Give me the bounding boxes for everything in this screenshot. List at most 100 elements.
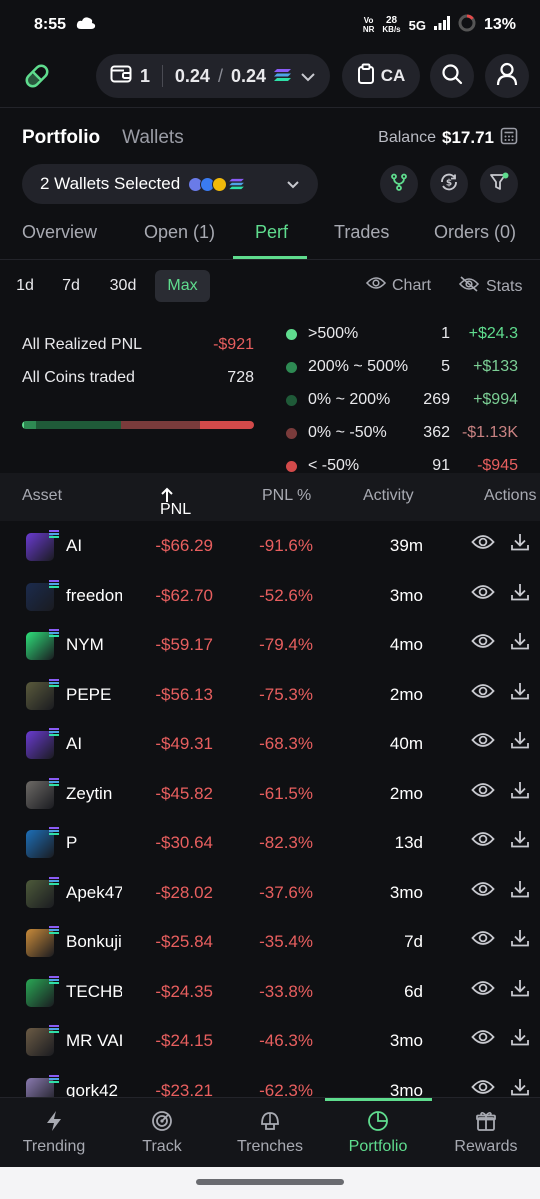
token-avatar xyxy=(26,629,59,660)
download-icon[interactable] xyxy=(510,631,530,656)
refresh-coin-icon: $ xyxy=(439,172,459,197)
portfolio-header: Portfolio Wallets Balance $17.71 xyxy=(22,124,518,152)
sol-balance: 0.24 xyxy=(174,65,210,86)
merge-button[interactable] xyxy=(380,165,418,203)
download-icon[interactable] xyxy=(510,928,530,953)
search-button[interactable] xyxy=(430,54,474,98)
header-pnl-sorted[interactable]: PNL xyxy=(160,487,191,518)
eye-icon[interactable] xyxy=(471,1028,495,1051)
bucket-color-dot xyxy=(286,361,297,373)
table-row[interactable]: Zeytin -$45.82 -61.5% 2mo xyxy=(0,769,540,818)
header-asset[interactable]: Asset xyxy=(22,487,62,505)
stats-toggle[interactable]: Stats xyxy=(458,276,522,297)
period-max[interactable]: Max xyxy=(155,270,210,302)
period-7d[interactable]: 7d xyxy=(54,270,88,302)
profile-button[interactable] xyxy=(485,54,529,98)
tab-perf[interactable]: Perf xyxy=(255,222,288,243)
filter-button[interactable] xyxy=(480,165,518,203)
eye-icon[interactable] xyxy=(471,533,495,556)
tab-overview[interactable]: Overview xyxy=(22,222,97,243)
download-icon[interactable] xyxy=(510,532,530,557)
eye-icon[interactable] xyxy=(471,731,495,754)
token-avatar xyxy=(26,827,59,858)
table-row[interactable]: TECHBRO -$24.35 -33.8% 6d xyxy=(0,967,540,1016)
table-row[interactable]: PEPE -$56.13 -75.3% 2mo xyxy=(0,670,540,719)
period-30d[interactable]: 30d xyxy=(102,270,144,302)
tab-wallets[interactable]: Wallets xyxy=(122,127,184,149)
table-header: Asset PNL PNL % Activity Actions xyxy=(0,473,540,521)
header-activity[interactable]: Activity xyxy=(363,487,414,505)
eye-icon[interactable] xyxy=(471,682,495,705)
token-name: freedom xyxy=(66,585,122,605)
tab-trades[interactable]: Trades xyxy=(334,222,389,243)
token-avatar xyxy=(26,728,59,759)
eye-icon[interactable] xyxy=(471,632,495,655)
download-icon[interactable] xyxy=(510,879,530,904)
table-row[interactable]: AI -$49.31 -68.3% 40m xyxy=(0,719,540,768)
period-selector: 1d 7d 30d Max Chart Stats xyxy=(0,270,540,304)
home-indicator[interactable] xyxy=(196,1179,344,1185)
token-avatar xyxy=(26,975,59,1007)
realized-pnl-row: All Realized PNL -$921 xyxy=(22,336,254,354)
token-avatar xyxy=(26,876,59,908)
token-pnl: -$24.15 xyxy=(155,1031,213,1050)
eye-icon[interactable] xyxy=(471,979,495,1002)
solana-icon xyxy=(49,530,59,539)
download-icon[interactable] xyxy=(510,730,530,755)
ca-label: CA xyxy=(380,66,406,85)
table-row[interactable]: AI -$66.29 -91.6% 39m xyxy=(0,521,540,570)
nav-rewards[interactable]: Rewards xyxy=(432,1098,540,1168)
wallets-selected-dropdown[interactable]: 2 Wallets Selected xyxy=(22,164,318,204)
header-pnl-percent[interactable]: PNL % xyxy=(262,487,311,505)
tab-open[interactable]: Open (1) xyxy=(144,222,215,243)
wallet-switcher[interactable]: 1 0.24 / 0.24 xyxy=(96,54,330,98)
token-avatar xyxy=(26,579,59,611)
tab-orders[interactable]: Orders (0) xyxy=(434,222,516,243)
download-icon[interactable] xyxy=(510,582,530,607)
table-row[interactable]: MR VAI -$24.15 -46.3% 3mo xyxy=(0,1016,540,1065)
header-actions: Actions xyxy=(484,487,537,504)
nav-trenches[interactable]: Trenches xyxy=(216,1098,324,1168)
gift-icon xyxy=(476,1112,496,1131)
contract-address-button[interactable]: CA xyxy=(342,54,420,98)
bucket-label: 0% ~ 200% xyxy=(308,391,391,408)
table-row[interactable]: freedom -$62.70 -52.6% 3mo xyxy=(0,571,540,620)
helmet-icon xyxy=(261,1112,279,1130)
clipboard-icon xyxy=(357,63,375,90)
gesture-bar xyxy=(0,1167,540,1199)
refresh-button[interactable]: $ xyxy=(430,165,468,203)
token-pnl-percent: -75.3% xyxy=(259,684,313,704)
nav-trending[interactable]: Trending xyxy=(0,1098,108,1168)
download-icon[interactable] xyxy=(510,829,530,854)
token-avatar xyxy=(26,926,59,957)
download-icon[interactable] xyxy=(510,780,530,805)
token-activity: 6d xyxy=(404,981,423,1001)
eye-icon[interactable] xyxy=(471,830,495,853)
nav-track[interactable]: Track xyxy=(108,1098,216,1168)
download-icon[interactable] xyxy=(510,1027,530,1052)
bucket-amount: +$24.3 xyxy=(468,325,518,342)
eye-icon[interactable] xyxy=(471,880,495,903)
table-row[interactable]: P -$30.64 -82.3% 13d xyxy=(0,818,540,867)
eye-icon[interactable] xyxy=(471,929,495,952)
solana-icon xyxy=(49,579,59,589)
eye-icon[interactable] xyxy=(471,583,495,606)
calculator-icon[interactable] xyxy=(500,127,518,150)
token-pnl-percent: -82.3% xyxy=(259,833,313,852)
tab-portfolio[interactable]: Portfolio xyxy=(22,127,100,149)
nav-portfolio[interactable]: Portfolio xyxy=(324,1098,432,1168)
chart-toggle[interactable]: Chart xyxy=(365,276,431,295)
download-icon[interactable] xyxy=(510,978,530,1003)
table-row[interactable]: Bonkuji -$25.84 -35.4% 7d xyxy=(0,917,540,966)
eye-icon[interactable] xyxy=(471,781,495,804)
period-1d[interactable]: 1d xyxy=(8,270,42,302)
coins-traded-row: All Coins traded 728 xyxy=(22,369,254,387)
table-row[interactable]: Apek47 -$28.02 -37.6% 3mo xyxy=(0,868,540,917)
distribution-segment xyxy=(35,421,121,429)
download-icon[interactable] xyxy=(510,681,530,706)
table-row[interactable]: NYM -$59.17 -79.4% 4mo xyxy=(0,620,540,669)
wallets-selected-label: 2 Wallets Selected xyxy=(40,174,181,193)
eye-off-icon xyxy=(458,276,480,297)
token-activity: 4mo xyxy=(389,635,423,654)
app-logo-icon[interactable] xyxy=(22,61,52,91)
